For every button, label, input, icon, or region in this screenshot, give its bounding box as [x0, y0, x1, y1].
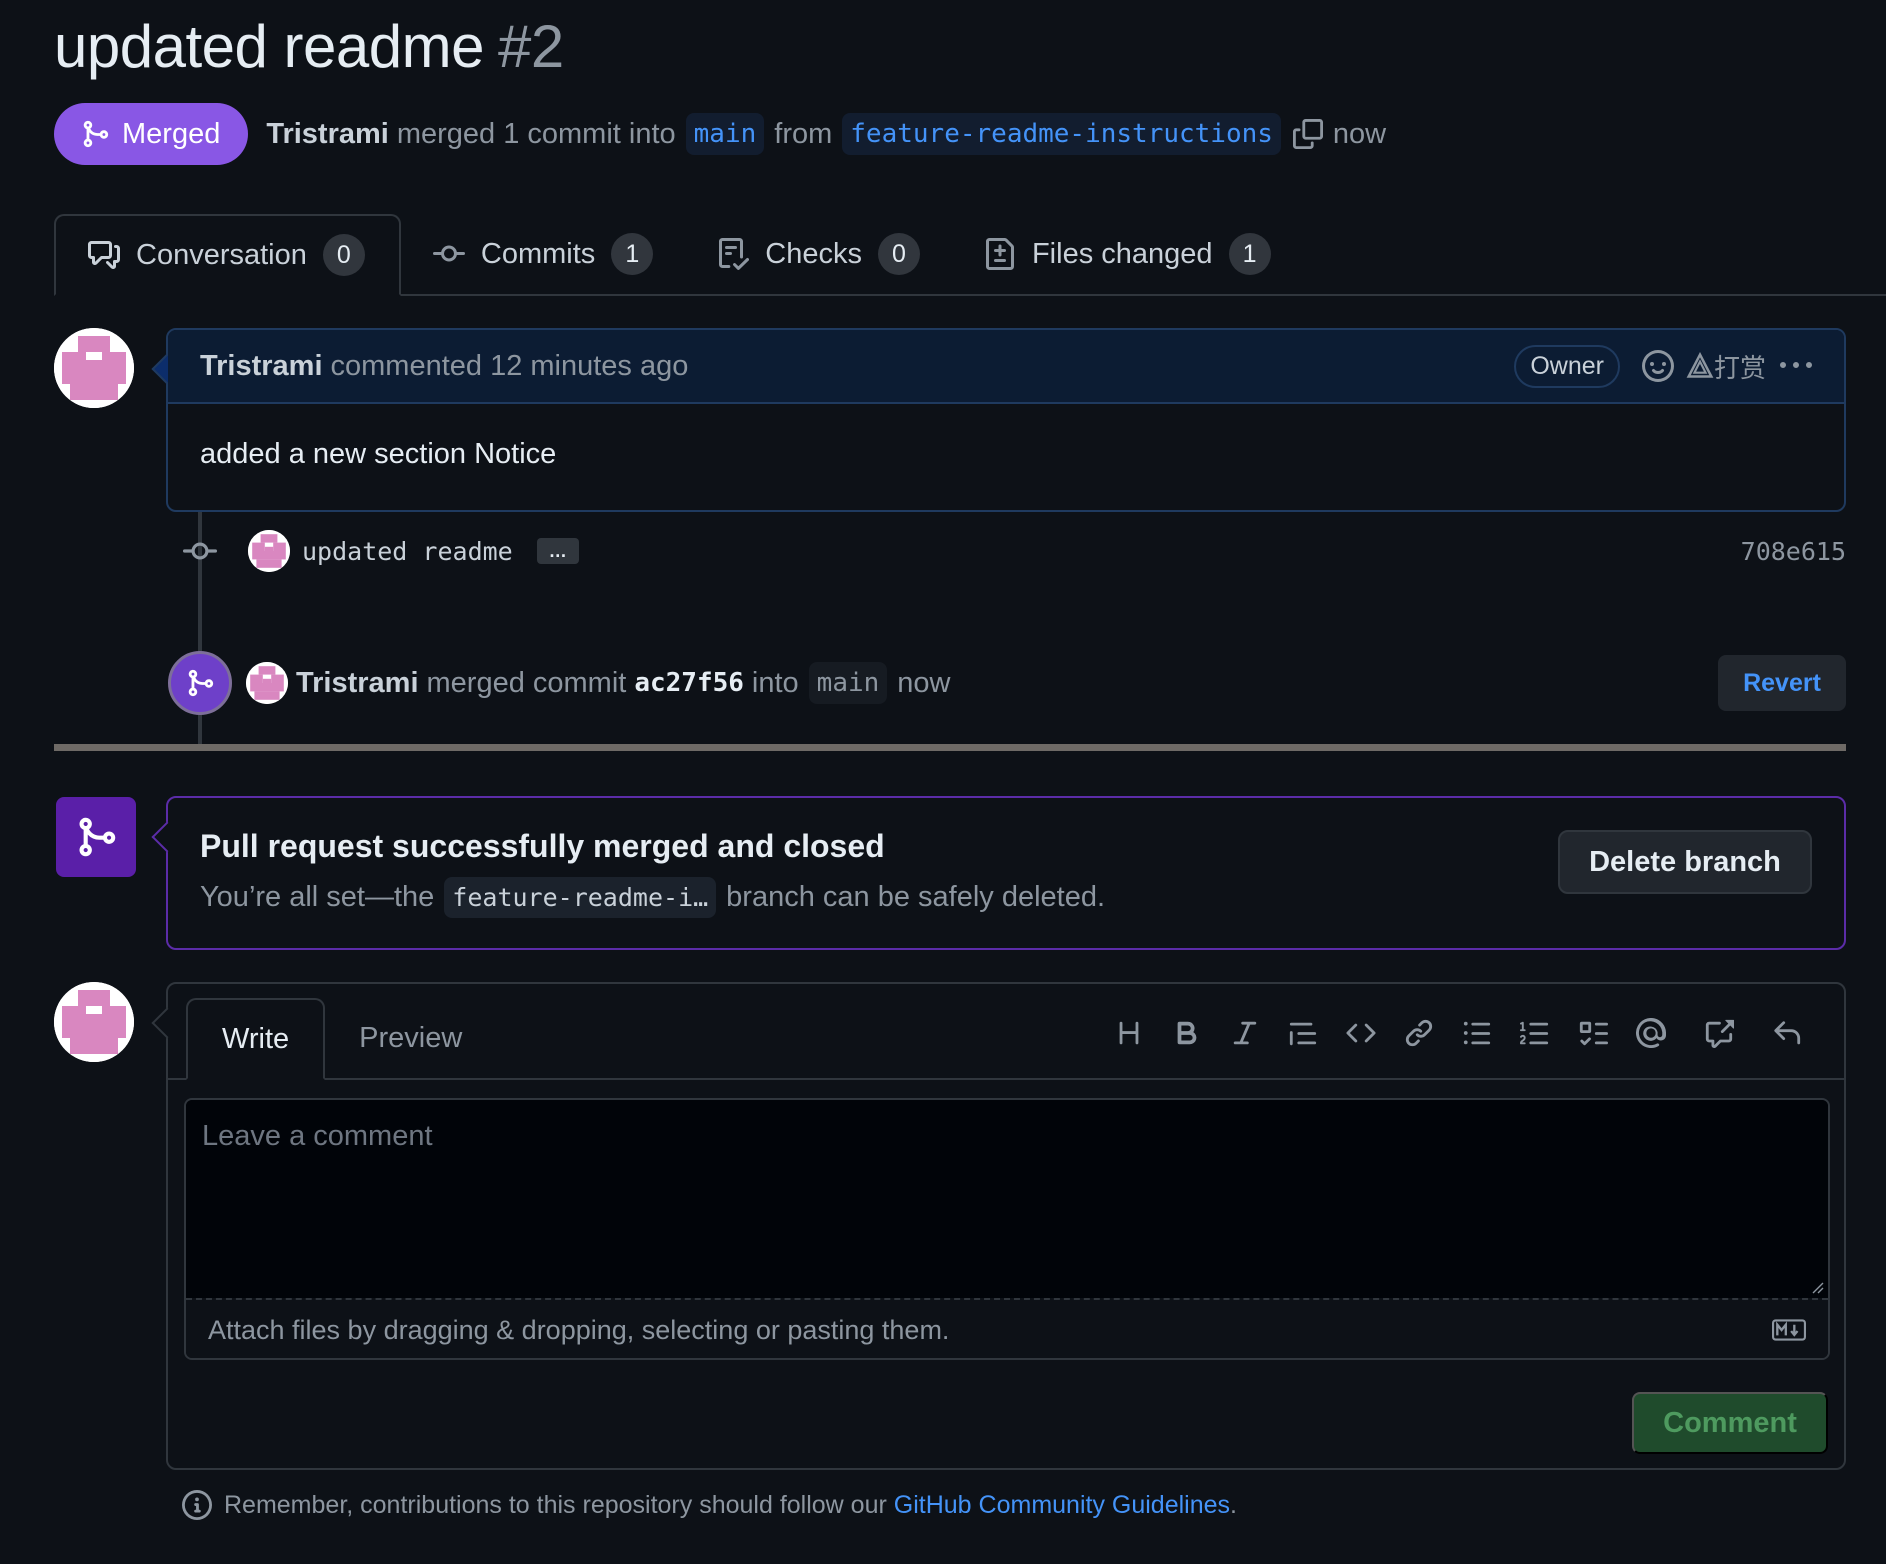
tab-label: Commits — [480, 237, 596, 270]
unordered-list-icon[interactable] — [1448, 1010, 1506, 1056]
attach-files-text: Attach files by dragging & dropping, sel… — [208, 1314, 950, 1345]
cross-reference-icon[interactable] — [1690, 1010, 1748, 1056]
comment-editor: Write Preview Attach files by dragging &… — [166, 982, 1846, 1470]
tab-checks[interactable]: Checks 0 — [685, 214, 952, 294]
merged-desc-after: branch can be safely deleted. — [726, 881, 1106, 913]
from-text: from — [774, 117, 833, 150]
markdown-toolbar — [1100, 1010, 1816, 1056]
merge-event: Tristrami merged commit ac27f56 into mai… — [168, 650, 1846, 716]
comment-box: Tristrami commented 12 minutes ago Owner… — [166, 328, 1846, 512]
avatar[interactable] — [246, 662, 288, 704]
avatar[interactable] — [54, 328, 134, 408]
tab-counter: 1 — [1228, 233, 1271, 275]
base-branch-link[interactable]: main — [685, 113, 765, 155]
checklist-icon — [719, 238, 750, 270]
pr-tabs: Conversation 0 Commits 1 Checks 0 Files … — [54, 214, 1886, 296]
head-branch-link[interactable]: feature-readme-instructions — [842, 113, 1281, 155]
commit-row: updated readme … 708e615 — [180, 530, 1846, 572]
undo-icon[interactable] — [1758, 1010, 1816, 1056]
community-guidelines-link[interactable]: GitHub Community Guidelines — [894, 1491, 1230, 1520]
merged-branch-chip: feature-readme-i… — [444, 877, 717, 918]
kebab-menu-icon[interactable] — [1780, 350, 1812, 382]
tab-write[interactable]: Write — [186, 998, 326, 1080]
tab-conversation[interactable]: Conversation 0 — [54, 214, 401, 296]
reward-label: 打赏 — [1713, 352, 1766, 383]
mention-icon[interactable] — [1622, 1010, 1680, 1056]
info-icon — [182, 1490, 212, 1520]
reward-icon — [1686, 352, 1714, 378]
commit-expand-button[interactable]: … — [536, 538, 579, 564]
comment-action: commented 12 minutes ago — [330, 349, 689, 382]
pr-time: now — [1332, 117, 1387, 150]
pr-meta: Merged Tristrami merged 1 commit into ma… — [54, 103, 1386, 165]
owner-badge: Owner — [1514, 344, 1620, 388]
bold-icon[interactable] — [1158, 1010, 1216, 1056]
copy-icon[interactable] — [1292, 119, 1323, 149]
tab-commits[interactable]: Commits 1 — [401, 214, 685, 294]
into-text: into — [751, 666, 799, 699]
reward-button[interactable]: 打赏 — [1686, 348, 1766, 385]
avatar[interactable] — [54, 982, 134, 1062]
tab-preview[interactable]: Preview — [325, 998, 496, 1078]
tab-files-changed[interactable]: Files changed 1 — [952, 214, 1303, 294]
git-commit-icon — [180, 534, 220, 568]
timeline-divider — [54, 744, 1846, 751]
commit-sha-link[interactable]: 708e615 — [1741, 537, 1846, 566]
git-merge-icon — [56, 797, 136, 877]
attach-files-bar[interactable]: Attach files by dragging & dropping, sel… — [186, 1298, 1828, 1358]
commit-message-link[interactable]: updated readme — [302, 537, 513, 566]
resize-grip-icon[interactable] — [1810, 1280, 1824, 1294]
ordered-list-icon[interactable] — [1506, 1010, 1564, 1056]
merge-author-link[interactable]: Tristrami — [296, 667, 419, 700]
merged-state-label: Merged — [122, 117, 221, 150]
comment-textarea[interactable] — [186, 1100, 1828, 1298]
heading-icon[interactable] — [1100, 1010, 1158, 1056]
comment-submit-button[interactable]: Comment — [1632, 1392, 1828, 1454]
tab-counter: 1 — [611, 233, 654, 275]
merged-state-badge: Merged — [54, 103, 249, 165]
pr-number: #2 — [498, 13, 564, 80]
smiley-icon[interactable] — [1641, 350, 1674, 382]
pr-author-link[interactable]: Tristrami — [266, 118, 389, 151]
tab-counter: 0 — [322, 234, 365, 276]
guidelines-note: Remember, contributions to this reposito… — [182, 1490, 1237, 1520]
merge-branch-link[interactable]: main — [808, 662, 888, 704]
guidelines-text: Remember, contributions to this reposito… — [224, 1490, 887, 1519]
code-icon[interactable] — [1332, 1010, 1390, 1056]
comment-author-link[interactable]: Tristrami — [200, 350, 323, 383]
quote-icon[interactable] — [1274, 1010, 1332, 1056]
task-list-icon[interactable] — [1564, 1010, 1622, 1056]
pr-title-text: updated readme — [54, 13, 485, 80]
comment-discussion-icon — [88, 241, 120, 269]
merge-summary-text: merged 1 commit into — [396, 117, 676, 150]
tab-label: Checks — [765, 237, 862, 270]
git-merge-icon — [83, 120, 109, 148]
file-diff-icon — [985, 238, 1014, 270]
tab-label: Conversation — [136, 238, 307, 271]
merged-status-box: Pull request successfully merged and clo… — [166, 796, 1846, 950]
tab-label: Files changed — [1031, 237, 1213, 270]
markdown-icon[interactable] — [1772, 1319, 1806, 1341]
merged-desc-before: You’re all set—the — [200, 881, 435, 913]
git-merge-icon — [168, 651, 232, 715]
merge-time: now — [897, 666, 951, 699]
git-commit-icon — [432, 245, 465, 262]
merge-commit-sha-link[interactable]: ac27f56 — [634, 668, 744, 698]
comment-header: Tristrami commented 12 minutes ago Owner… — [168, 330, 1844, 404]
guidelines-period: . — [1230, 1490, 1237, 1519]
tab-counter: 0 — [877, 233, 920, 275]
delete-branch-button[interactable]: Delete branch — [1558, 830, 1812, 894]
link-icon[interactable] — [1390, 1010, 1448, 1056]
comment-body: added a new section Notice — [200, 438, 557, 470]
comment-field-wrapper: Attach files by dragging & dropping, sel… — [184, 1098, 1830, 1360]
revert-button[interactable]: Revert — [1718, 655, 1846, 711]
italic-icon[interactable] — [1216, 1010, 1274, 1056]
merge-event-text: merged commit — [426, 666, 627, 699]
avatar[interactable] — [248, 530, 290, 572]
page-title: updated readme #2 — [54, 12, 564, 81]
